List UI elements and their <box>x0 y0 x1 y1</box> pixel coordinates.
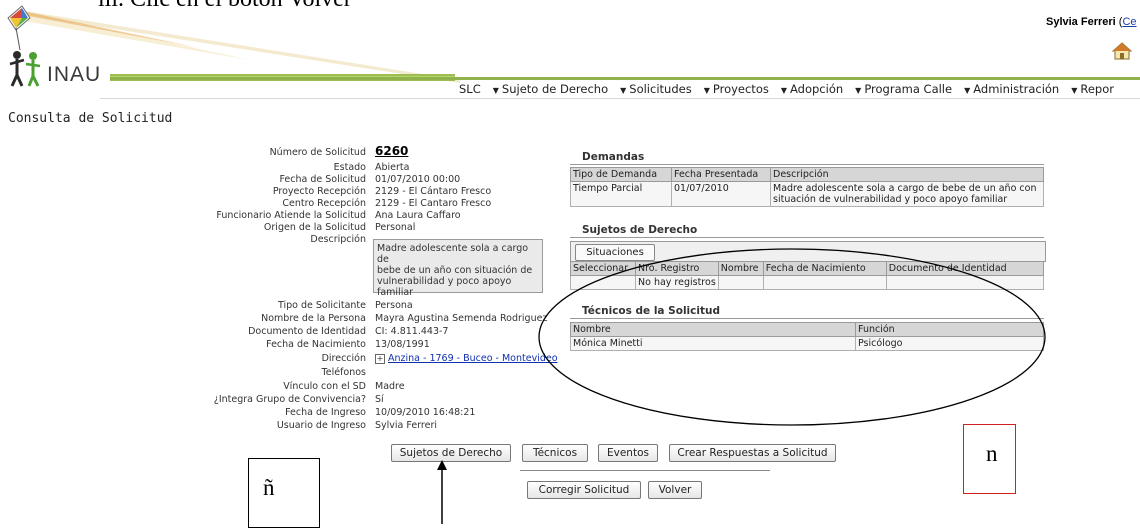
col-descripcion: Descripción <box>770 167 1044 182</box>
demandas-divider <box>570 164 1044 165</box>
logout-link[interactable]: Ce <box>1122 16 1136 28</box>
nav-label: Adopción <box>790 82 844 96</box>
annotation-black-box: ñ <box>248 458 320 528</box>
ingreso-value: 10/09/2010 16:48:21 <box>375 407 476 418</box>
integra-label: ¿Integra Grupo de Convivencia? <box>213 394 366 405</box>
proyecto-value: 2129 - El Cántaro Fresco <box>375 186 492 197</box>
nav-programa-calle[interactable]: ▼ Programa Calle <box>849 82 958 96</box>
documento-value: CI: 4.811.443-7 <box>375 326 449 337</box>
nav-label: Administración <box>973 82 1060 96</box>
user-area: Sylvia Ferreri (Ce <box>1046 16 1137 28</box>
sujetos-divider <box>570 237 1044 238</box>
main-nav: SLC ▼ Sujeto de Derecho ▼ Solicitudes ▼ Pro… <box>453 82 1120 96</box>
nav-proyectos[interactable]: ▼ Proyectos <box>698 82 775 96</box>
descripcion-line: Madre adolescente sola a cargo de <box>377 243 529 265</box>
eventos-button[interactable]: Eventos <box>598 444 658 462</box>
nav-label: Sujeto de Derecho <box>501 82 609 96</box>
direccion-label: Dirección <box>321 353 366 364</box>
usuario-label: Usuario de Ingreso <box>276 420 366 431</box>
nav-label: Proyectos <box>712 82 769 96</box>
corregir-solicitud-button[interactable]: Corregir Solicitud <box>527 481 641 499</box>
annotation-ellipse <box>538 248 1046 426</box>
dropdown-triangle-icon: ▼ <box>1071 86 1078 95</box>
expand-plus-icon[interactable]: + <box>375 353 385 364</box>
funcionario-value: Ana Laura Caffaro <box>375 210 461 221</box>
demandas-table: Tipo de Demanda Fecha Presentada Descrip… <box>570 167 1044 207</box>
tipo-solicitante-label: Tipo de Solicitante <box>277 300 366 311</box>
col-tipo-demanda: Tipo de Demanda <box>570 167 672 182</box>
proyecto-label: Proyecto Recepción <box>272 186 366 197</box>
nav-slc[interactable]: SLC <box>453 82 487 96</box>
col-fecha-presentada: Fecha Presentada <box>671 167 771 182</box>
home-icon[interactable] <box>1112 42 1132 60</box>
dropdown-triangle-icon: ▼ <box>964 86 971 95</box>
integra-value: Sí <box>375 394 384 405</box>
dropdown-triangle-icon: ▼ <box>780 86 787 95</box>
nav-label: Repor <box>1080 82 1114 96</box>
annotation-letter: n <box>986 441 998 466</box>
centro-label: Centro Recepción <box>282 198 366 209</box>
fecha-value: 01/07/2010 00:00 <box>375 174 461 185</box>
dropdown-triangle-icon: ▼ <box>620 86 627 95</box>
vinculo-value: Madre <box>375 381 405 392</box>
numero-label: Número de Solicitud <box>269 147 366 158</box>
volver-button[interactable]: Volver <box>648 481 702 499</box>
nav-label: Programa Calle <box>864 82 953 96</box>
vinculo-label: Vínculo con el SD <box>283 381 366 392</box>
ingreso-label: Fecha de Ingreso <box>285 407 366 418</box>
table-header-row: Tipo de Demanda Fecha Presentada Descrip… <box>570 167 1044 182</box>
nav-underline <box>110 77 1140 80</box>
button-divider <box>520 470 770 471</box>
cell-fecha: 01/07/2010 <box>671 181 771 207</box>
nav-adopcion[interactable]: ▼ Adopción <box>775 82 849 96</box>
solicitud-number-link[interactable]: 6260 <box>375 144 408 158</box>
nav-separator <box>100 98 1140 99</box>
page-title: Consulta de Solicitud <box>8 111 173 126</box>
nombre-persona-label: Nombre de la Persona <box>261 313 366 324</box>
nacimiento-value: 13/08/1991 <box>375 339 430 350</box>
documento-label: Documento de Identidad <box>248 326 366 337</box>
centro-value: 2129 - El Cantaro Fresco <box>375 198 492 209</box>
inau-logo-text: INAU <box>47 63 102 86</box>
numero-value[interactable]: 6260 <box>375 144 408 158</box>
fecha-label: Fecha de Solicitud <box>279 174 366 185</box>
usuario-value: Sylvia Ferreri <box>375 420 438 431</box>
nacimiento-label: Fecha de Nacimiento <box>266 339 366 350</box>
crear-respuestas-button[interactable]: Crear Respuestas a Solicitud <box>669 444 836 462</box>
dropdown-triangle-icon: ▼ <box>492 86 499 95</box>
annotation-arrow-icon <box>437 460 447 524</box>
descripcion-line: bebe de un año con situación de <box>377 265 533 276</box>
dropdown-triangle-icon: ▼ <box>855 86 862 95</box>
estado-label: Estado <box>333 162 366 173</box>
origen-label: Origen de la Solicitud <box>263 222 366 233</box>
nombre-persona-value: Mayra Agustina Semenda Rodriguez <box>375 313 548 324</box>
tipo-solicitante-value: Persona <box>375 300 413 311</box>
cell-tipo: Tiempo Parcial <box>570 181 672 207</box>
funcionario-label: Funcionario Atiende la Solicitud <box>216 210 366 221</box>
nav-sujeto-derecho[interactable]: ▼ Sujeto de Derecho <box>487 82 614 96</box>
nav-reportes[interactable]: ▼ Repor <box>1065 82 1120 96</box>
sujetos-title: Sujetos de Derecho <box>582 224 698 236</box>
user-name: Sylvia Ferreri <box>1046 16 1116 28</box>
telefonos-label: Teléfonos <box>321 367 366 378</box>
nav-label: Solicitudes <box>629 82 692 96</box>
dropdown-triangle-icon: ▼ <box>703 86 710 95</box>
tecnicos-button[interactable]: Técnicos <box>522 444 588 462</box>
demandas-title: Demandas <box>582 151 645 163</box>
origen-value: Personal <box>375 222 416 233</box>
nav-solicitudes[interactable]: ▼ Solicitudes <box>614 82 698 96</box>
table-row: Tiempo Parcial 01/07/2010 Madre adolesce… <box>570 181 1044 207</box>
nav-administracion[interactable]: ▼ Administración <box>958 82 1065 96</box>
estado-value: Abierta <box>375 162 410 173</box>
descripcion-textarea[interactable]: Madre adolescente sola a cargo de bebe d… <box>373 239 543 298</box>
annotation-letter: ñ <box>263 475 275 500</box>
annotation-red-box: n <box>963 424 1016 494</box>
descripcion-label: Descripción <box>310 234 366 245</box>
descripcion-line: vulnerabilidad y poco apoyo familiar <box>377 276 512 298</box>
cell-descripcion: Madre adolescente sola a cargo de bebe d… <box>770 181 1044 207</box>
